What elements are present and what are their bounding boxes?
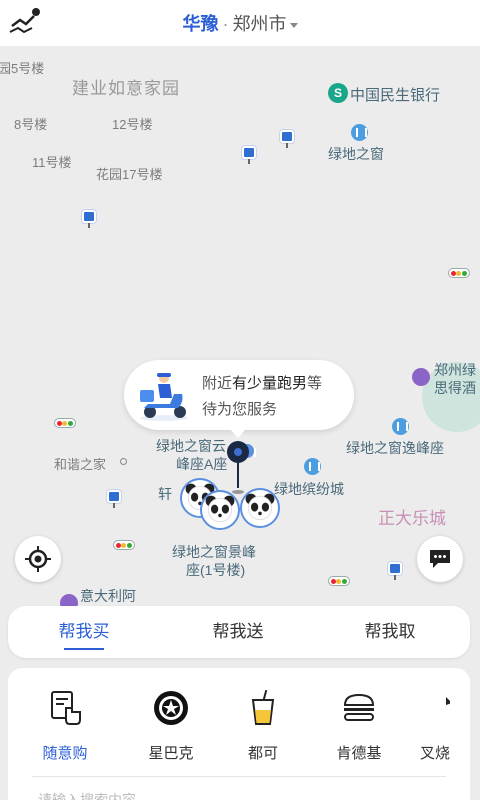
delivery-scooter-icon [140,373,188,421]
bus-stop-icon[interactable] [242,146,256,164]
message-button[interactable] [417,536,463,582]
traffic-light-icon [328,576,350,586]
map-poi-label: 座(1号楼) [186,562,246,578]
traffic-light-icon [448,268,470,278]
map-label: 建业如意家园 [72,79,180,98]
top-bar: 华豫 · 郑州市 [0,0,480,46]
starbucks-icon [151,688,191,728]
runner-avatar[interactable] [200,490,240,530]
traffic-light-icon [54,418,76,428]
tooltip-highlight: 有少量跑男 [232,375,308,392]
category-label: 星巴克 [148,745,194,762]
category-label: 都可 [247,745,278,762]
more-icon [415,688,455,728]
hand-pointer-icon [45,688,85,728]
map-label: 和谐之家 [54,457,107,472]
map-poi-label: 绿地缤纷城 [274,481,344,497]
hotel-icon[interactable] [412,368,430,386]
separator: · [222,14,229,34]
bus-stop-icon[interactable] [82,210,96,228]
tooltip-text: 附近 [202,375,233,392]
burger-icon [339,688,379,728]
chat-bubble-icon [430,550,450,568]
bus-stop-icon[interactable] [107,490,121,508]
category-any-buy[interactable]: 随意购 [20,688,110,763]
tooltip-text: 待为您服务 [202,401,278,418]
map-label: 花园17号楼 [96,167,163,182]
locate-crosshair-icon [25,546,51,572]
bus-stop-icon[interactable] [388,562,402,580]
bank-icon[interactable]: S [328,83,348,103]
traffic-light-icon [113,540,135,550]
building-icon[interactable] [392,418,409,435]
city-name: 郑州市 [232,14,287,34]
map-poi-label: 绿地之窗云 [156,438,226,454]
tab-send[interactable]: 帮我送 [168,606,308,658]
map-poi-label: 郑州绿 [434,362,476,378]
nearby-runner-tooltip: 附近有少量跑男等 待为您服务 [124,360,354,438]
map-area-label: 正大乐城 [378,509,446,528]
locate-button[interactable] [15,536,61,582]
category-panel: 随意购 星巴克 都可 肯德基 叉烧 请输入搜索内容 [8,668,470,800]
runner-avatar[interactable] [240,488,280,528]
map-poi-label: 意大利阿 [80,588,136,604]
building-icon[interactable] [304,458,321,475]
category-charsiu[interactable]: 叉烧 [400,688,470,763]
divider [32,776,446,777]
tab-pickup[interactable]: 帮我取 [320,606,460,658]
bus-stop-icon[interactable] [280,130,294,148]
map-poi-label: 绿地之窗 [328,146,384,162]
map-poi-label: 绿地之窗逸峰座 [346,440,444,456]
location-selector[interactable]: 华豫 · 郑州市 [0,10,480,36]
building-icon[interactable] [351,124,368,141]
category-starbucks[interactable]: 星巴克 [126,688,216,763]
caret-down-icon [289,22,298,28]
category-kfc[interactable]: 肯德基 [314,688,404,763]
location-pin-icon [227,441,249,494]
tab-buy[interactable]: 帮我买 [14,606,154,658]
map-label: 12号楼 [112,117,153,132]
category-coco[interactable]: 都可 [218,688,308,763]
map-poi-label: 峰座A座 [176,456,228,472]
tooltip-text: 等 [307,375,323,392]
map-poi-label: 思得酒 [434,380,476,396]
map-label: 园5号楼 [0,61,45,76]
map-poi-label: 中国民生银行 [350,87,441,104]
map-poi-label: 绿地之窗景峰 [172,544,256,560]
map-label: 11号楼 [32,155,72,170]
category-label: 肯德基 [336,745,382,762]
service-tabs: 帮我买 帮我送 帮我取 [8,606,470,658]
drink-cup-icon [243,688,283,728]
category-label: 随意购 [42,745,88,762]
area-name: 华豫 [182,14,219,34]
category-label: 叉烧 [419,745,450,762]
search-input[interactable]: 请输入搜索内容 [38,790,136,800]
map-dot-icon [120,458,127,465]
map-label: 8号楼 [14,117,48,132]
map-poi-label: 轩 [158,486,172,502]
